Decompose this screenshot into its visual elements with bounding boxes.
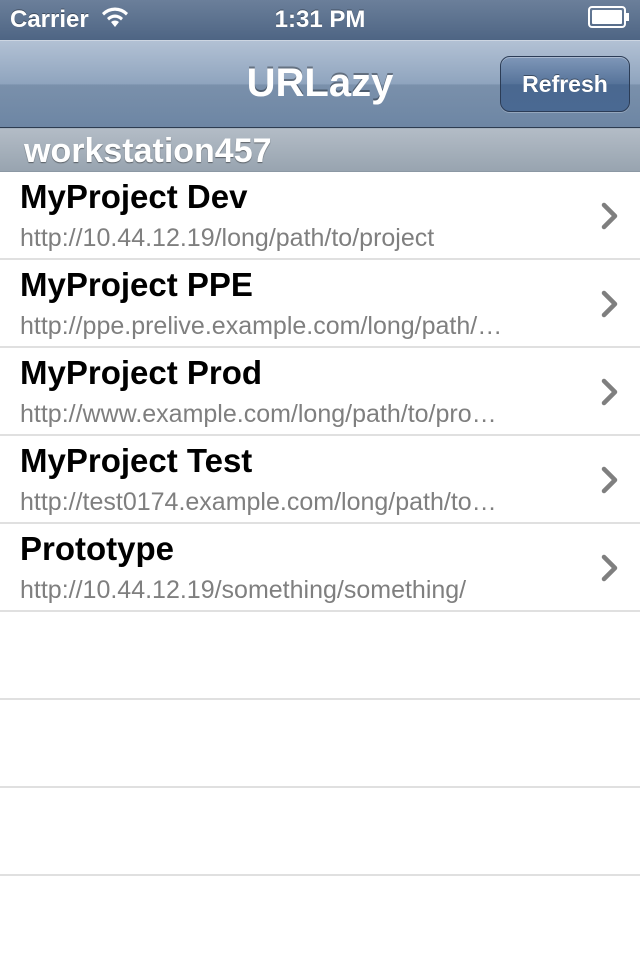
row-title: MyProject Test xyxy=(20,442,253,479)
row-title: MyProject Dev xyxy=(20,178,248,215)
empty-table-row xyxy=(0,700,640,788)
carrier-label: Carrier xyxy=(10,6,89,33)
table-row-myproject-dev[interactable]: MyProject Dev http://10.44.12.19/long/pa… xyxy=(0,172,640,260)
row-url: http://www.example.com/long/path/to/pro… xyxy=(20,400,497,428)
chevron-right-icon xyxy=(601,466,618,494)
table-row-myproject-ppe[interactable]: MyProject PPE http://ppe.prelive.example… xyxy=(0,260,640,348)
section-header: workstation457 xyxy=(0,128,640,172)
status-right xyxy=(588,5,630,35)
row-url: http://ppe.prelive.example.com/long/path… xyxy=(20,312,503,340)
navigation-bar: URLazy Refresh xyxy=(0,40,640,128)
table-row-myproject-test[interactable]: MyProject Test http://test0174.example.c… xyxy=(0,436,640,524)
url-table: MyProject Dev http://10.44.12.19/long/pa… xyxy=(0,172,640,960)
battery-icon xyxy=(588,5,630,35)
row-title: MyProject Prod xyxy=(20,354,263,391)
wifi-icon xyxy=(99,5,131,36)
chevron-right-icon xyxy=(601,202,618,230)
table-row-myproject-prod[interactable]: MyProject Prod http://www.example.com/lo… xyxy=(0,348,640,436)
chevron-right-icon xyxy=(601,554,618,582)
status-left: Carrier xyxy=(10,5,131,36)
row-url: http://10.44.12.19/something/something/ xyxy=(20,576,467,604)
chevron-right-icon xyxy=(601,378,618,406)
refresh-button[interactable]: Refresh xyxy=(500,56,630,112)
empty-table-row xyxy=(0,876,640,960)
table-row-prototype[interactable]: Prototype http://10.44.12.19/something/s… xyxy=(0,524,640,612)
empty-table-row xyxy=(0,612,640,700)
row-title: MyProject PPE xyxy=(20,266,253,303)
app-screen: Carrier 1:31 PM URLazy Refresh workstati… xyxy=(0,0,640,960)
row-url: http://10.44.12.19/long/path/to/project xyxy=(20,224,435,252)
row-url: http://test0174.example.com/long/path/to… xyxy=(20,488,497,516)
row-title: Prototype xyxy=(20,530,175,567)
chevron-right-icon xyxy=(601,290,618,318)
empty-table-row xyxy=(0,788,640,876)
status-bar: Carrier 1:31 PM xyxy=(0,0,640,40)
